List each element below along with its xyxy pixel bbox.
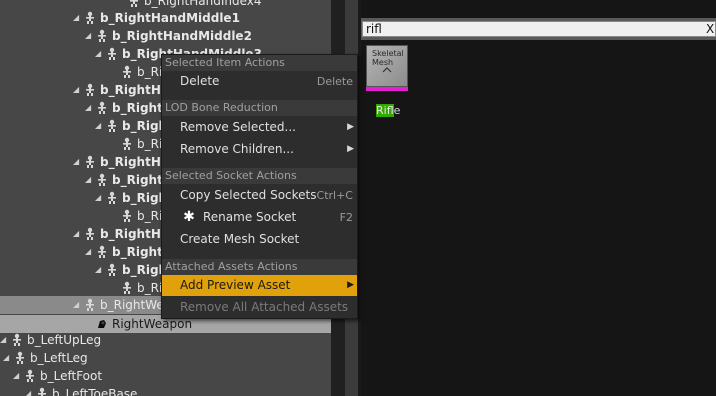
asset-type-label: Skeletal Mesh [372, 49, 404, 67]
menu-section-attached-assets: Attached Assets Actions [162, 259, 357, 275]
tree-bone-row[interactable]: ◢ b_RightHandMiddle2 [0, 27, 331, 45]
tree-item-label: b_RightHandIndex4 [144, 0, 262, 8]
expand-arrow-icon[interactable]: ◢ [73, 14, 81, 22]
bone-icon [95, 29, 109, 43]
bone-icon [83, 155, 97, 169]
bone-icon [95, 173, 109, 187]
menu-shortcut: Ctrl+C [316, 189, 353, 202]
expand-arrow-icon[interactable]: ◢ [0, 336, 8, 344]
expand-arrow-icon[interactable]: ◢ [25, 390, 33, 396]
expand-arrow-icon[interactable]: ◢ [85, 104, 93, 112]
asset-picker-header [361, 0, 716, 18]
menu-item-remove-selected[interactable]: Remove Selected... ▶ [162, 117, 357, 138]
bone-icon [83, 11, 97, 25]
bone-icon [23, 369, 37, 383]
menu-item-copy-sockets[interactable]: Copy Selected Sockets Ctrl+C [162, 185, 357, 206]
menu-item-label: Remove Selected... [180, 120, 296, 134]
bone-icon [105, 263, 119, 277]
expand-arrow-icon[interactable]: ◢ [3, 354, 11, 362]
menu-item-rename-socket[interactable]: ✱ Rename Socket F2 [162, 207, 357, 228]
socket-icon [95, 317, 112, 331]
expand-arrow-icon[interactable]: ◢ [73, 301, 81, 309]
expand-arrow-icon[interactable]: ◢ [85, 248, 93, 256]
asset-name-rest: e [393, 104, 401, 117]
expand-arrow-icon[interactable]: ◢ [85, 176, 93, 184]
bone-icon [13, 351, 27, 365]
asset-name[interactable]: Rifle [376, 104, 400, 117]
expand-arrow-icon[interactable]: ◢ [95, 266, 103, 274]
menu-item-add-preview-asset[interactable]: Add Preview Asset ▶ [162, 275, 357, 296]
tree-bone-row[interactable]: ◢ b_LeftToeBase [0, 385, 331, 396]
menu-item-label: Delete [180, 74, 220, 88]
menu-item-label: Add Preview Asset [180, 278, 291, 292]
bone-icon [120, 281, 134, 295]
bone-icon [105, 191, 119, 205]
bone-icon [127, 0, 141, 8]
menu-item-label: Remove Children... [180, 142, 294, 156]
asset-thumbnail[interactable]: Skeletal Mesh [366, 45, 408, 91]
tree-item-label: b_LeftFoot [40, 369, 103, 383]
bone-icon [105, 119, 119, 133]
expand-arrow-icon[interactable]: ◢ [13, 372, 21, 380]
menu-shortcut: F2 [339, 211, 353, 224]
tree-bone-row[interactable]: ◢ b_LeftFoot [0, 367, 331, 385]
menu-item-label: Remove All Attached Assets [180, 300, 349, 314]
menu-item-delete[interactable]: Delete Delete [162, 71, 357, 92]
tree-bone-row[interactable]: ◢ b_RightHandMiddle1 [0, 9, 331, 27]
menu-item-create-socket[interactable]: Create Mesh Socket [162, 229, 357, 250]
asset-type-color-bar [366, 87, 408, 91]
tree-item-label: b_LeftToeBase [52, 387, 138, 396]
tree-bone-row[interactable]: ◢ b_LeftUpLeg [0, 331, 331, 349]
asterisk-icon: ✱ [183, 209, 195, 225]
bone-icon [10, 333, 24, 347]
bone-icon [120, 209, 134, 223]
menu-item-remove-all-attached[interactable]: Remove All Attached Assets [162, 297, 357, 318]
menu-section-socket-actions: Selected Socket Actions [162, 168, 357, 184]
asset-picker-panel [361, 0, 716, 396]
menu-item-label: Copy Selected Sockets [180, 188, 317, 202]
tree-item-label: b_LeftUpLeg [27, 333, 102, 347]
menu-section-lod-bone-reduction: LOD Bone Reduction [162, 100, 357, 116]
expand-arrow-icon[interactable]: ◢ [95, 50, 103, 58]
menu-item-label: Rename Socket [203, 210, 297, 224]
expand-arrow-icon[interactable]: ◢ [95, 122, 103, 130]
menu-item-label: Create Mesh Socket [180, 232, 300, 246]
expand-arrow-icon[interactable]: ◢ [95, 194, 103, 202]
expand-arrow-icon[interactable]: ◢ [73, 158, 81, 166]
clear-search-icon[interactable]: X [706, 21, 716, 37]
tree-item-label: RightWeapon [112, 317, 193, 331]
skeletal-mesh-icon [382, 67, 392, 73]
bone-icon [95, 245, 109, 259]
expand-arrow-icon[interactable]: ◢ [73, 230, 81, 238]
menu-section-selected-item: Selected Item Actions [162, 55, 357, 71]
context-menu: Selected Item Actions Delete Delete LOD … [161, 54, 358, 319]
submenu-arrow-icon: ▶ [347, 122, 354, 132]
bone-icon [83, 227, 97, 241]
asset-name-match: Rifl [376, 104, 394, 117]
bone-icon [95, 101, 109, 115]
bone-icon [120, 137, 134, 151]
submenu-arrow-icon: ▶ [347, 144, 354, 154]
tree-item-label: b_LeftLeg [30, 351, 88, 365]
bone-icon [83, 298, 97, 312]
bone-icon [105, 47, 119, 61]
asset-search-input[interactable]: rifl [362, 21, 716, 37]
menu-item-remove-children[interactable]: Remove Children... ▶ [162, 139, 357, 160]
expand-arrow-icon[interactable]: ◢ [73, 86, 81, 94]
expand-arrow-icon[interactable]: ◢ [85, 32, 93, 40]
menu-shortcut: Delete [316, 75, 353, 88]
bone-icon [120, 65, 134, 79]
tree-item-label: b_RightHandMiddle2 [112, 29, 252, 43]
bone-icon [83, 83, 97, 97]
bone-icon [35, 387, 49, 396]
submenu-arrow-icon: ▶ [347, 280, 354, 290]
tree-bone-row[interactable]: ◢ b_LeftLeg [0, 349, 331, 367]
tree-item-label: b_RightHandMiddle1 [100, 11, 240, 25]
